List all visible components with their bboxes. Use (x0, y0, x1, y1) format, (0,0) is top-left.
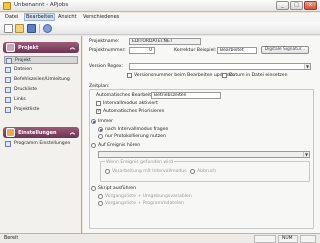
sidebar-section-title: Projekt (18, 45, 39, 51)
prio-checkbox[interactable]: ✓ (96, 109, 101, 114)
sidebar-item-label: Dateien (14, 67, 32, 72)
minimize-button[interactable]: _ (276, 1, 289, 10)
sidebar-item-label: Programm Einstellungen (14, 141, 71, 146)
skript-option1-radio[interactable] (98, 194, 103, 199)
files-icon (5, 67, 11, 73)
skript-option1-label: Vorgangsliste + Umgebungsvariablen (105, 194, 192, 199)
project-name-field[interactable]: EDITORDATEI.NET (129, 38, 201, 45)
version-label: Version Regex: (89, 64, 124, 69)
menu-verschiedenes[interactable]: Verschiedenes (82, 14, 120, 20)
menu-bearbeiten[interactable]: Bearbeiten (24, 13, 56, 21)
project-form: Projektname: EDITORDATEI.NET Projektnumm… (83, 36, 320, 233)
sidebar-item-projektliste[interactable]: Projektliste (4, 106, 78, 114)
sidebar-section-projekt[interactable]: Projekt ︽ (3, 42, 79, 53)
sub-option1-radio[interactable] (98, 127, 103, 132)
sidebar-section-title: Einstellungen (18, 130, 57, 136)
sidebar-item-dateien[interactable]: Dateien (4, 66, 78, 74)
open-folder-icon[interactable] (15, 24, 24, 33)
ereignis-radio[interactable] (91, 143, 96, 148)
signatur-label: Korrektur Beispiel: (174, 48, 217, 53)
print-icon (5, 87, 11, 93)
title-bar: Unbenannt - APjobs _ □ × (0, 0, 320, 12)
sidebar-item-label: Projektliste (14, 107, 40, 112)
list-icon (5, 107, 11, 113)
sidebar-item-label: Druckliste (14, 87, 38, 92)
project-name-label: Projektname: (89, 39, 120, 44)
num-lock-indicator: NUM (278, 235, 298, 243)
prio-label: Automatisches Priorisieren (103, 109, 165, 114)
ereignis-label: Auf Ereignis hören (98, 143, 141, 148)
immer-label: Immer (98, 119, 114, 124)
wenn-option1-radio[interactable] (105, 169, 110, 174)
version-regex-field[interactable]: ▼ (129, 63, 311, 70)
status-panel-empty (254, 235, 276, 243)
sub-option2-radio[interactable] (98, 134, 103, 139)
project-icon (6, 58, 12, 64)
project-number-label: Projektnummer: (89, 48, 126, 53)
project-number-field[interactable]: 0 (129, 47, 155, 54)
close-button[interactable]: × (304, 1, 317, 10)
dropdown-arrow-icon[interactable]: ▼ (304, 64, 310, 69)
ereignis-field[interactable]: ▼ (98, 151, 310, 158)
sub-option2-label: nur Protokollierung nutzen (105, 134, 166, 139)
project-icon (6, 43, 15, 52)
wenn-option1-label: Verarbeitung mit Intervallmodus (112, 169, 187, 174)
insert-date-checkbox[interactable] (222, 73, 227, 78)
maximize-button[interactable]: □ (290, 1, 303, 10)
zeitplan-field[interactable]: Betriebszeiten (151, 92, 221, 99)
skript-option2-radio[interactable] (98, 201, 103, 206)
properties-icon[interactable] (43, 24, 52, 33)
sub-option1-label: nach Intervallmodus fragen (105, 127, 169, 132)
dropdown-arrow-icon[interactable]: ▼ (303, 152, 309, 157)
sidebar: Projekt ︽ Projekt Dateien Befehlszeilen/… (0, 36, 82, 233)
skript-label: Skript ausführen (98, 186, 137, 191)
settings-icon (6, 128, 15, 137)
status-bar: Bereit NUM (0, 233, 320, 243)
skript-option2-label: Vorgangsliste + Programmdateien (105, 201, 184, 206)
sidebar-item-druckliste[interactable]: Druckliste (4, 86, 78, 94)
save-icon[interactable] (27, 24, 36, 33)
immer-radio[interactable] (91, 119, 96, 124)
digital-signature-button[interactable]: Digitale Signatur... (261, 46, 309, 54)
toolbar-separator (39, 24, 40, 33)
window-title: Unbenannt - APjobs (14, 2, 69, 8)
wenn-option2-label: Abbruch (197, 169, 217, 174)
new-file-icon[interactable] (4, 24, 13, 33)
menu-bar: Datei Bearbeiten Ansicht Verschiedenes (0, 13, 320, 22)
sidebar-item-label: Links (14, 97, 26, 102)
update-version-label: Versionsnummer beim Bearbeiten updaten (134, 73, 233, 78)
link-icon (5, 97, 11, 103)
chevron-up-icon[interactable]: ︽ (70, 129, 75, 136)
skript-radio[interactable] (91, 186, 96, 191)
sidebar-item-label: Projekt (15, 58, 31, 63)
sidebar-item-links[interactable]: Links (4, 96, 78, 104)
status-panel-empty-2 (300, 235, 316, 243)
status-text: Bereit (4, 236, 19, 241)
sidebar-item-befehlszeilen[interactable]: Befehlszeilen/Umleitung (4, 76, 78, 84)
zeitplan-field-label: Automatisches Bearbeiten: (96, 93, 159, 98)
toolbar (0, 22, 320, 35)
chevron-up-icon[interactable]: ︽ (70, 44, 75, 51)
intervall-checkbox[interactable] (96, 101, 101, 106)
app-icon (3, 2, 11, 10)
menu-datei[interactable]: Datei (4, 14, 19, 20)
menu-ansicht[interactable]: Ansicht (57, 14, 77, 20)
update-version-checkbox[interactable] (127, 73, 132, 78)
command-icon (5, 77, 11, 83)
gear-icon (5, 141, 11, 147)
insert-date-label: Datum in Datei einsetzen (229, 73, 288, 78)
sidebar-item-programm-einstellungen[interactable]: Programm Einstellungen (4, 140, 78, 148)
sidebar-section-einstellungen[interactable]: Einstellungen ︽ (3, 127, 79, 138)
wenn-label: Wenn Ereignis gefunden wird (105, 160, 175, 165)
signatur-field[interactable]: Bearbeitet (217, 47, 257, 54)
intervall-label: Intervallmodus aktiviert (103, 101, 158, 106)
sidebar-item-label: Befehlszeilen/Umleitung (14, 77, 70, 82)
wenn-option2-radio[interactable] (190, 169, 195, 174)
sidebar-item-projekt[interactable]: Projekt (4, 56, 78, 64)
